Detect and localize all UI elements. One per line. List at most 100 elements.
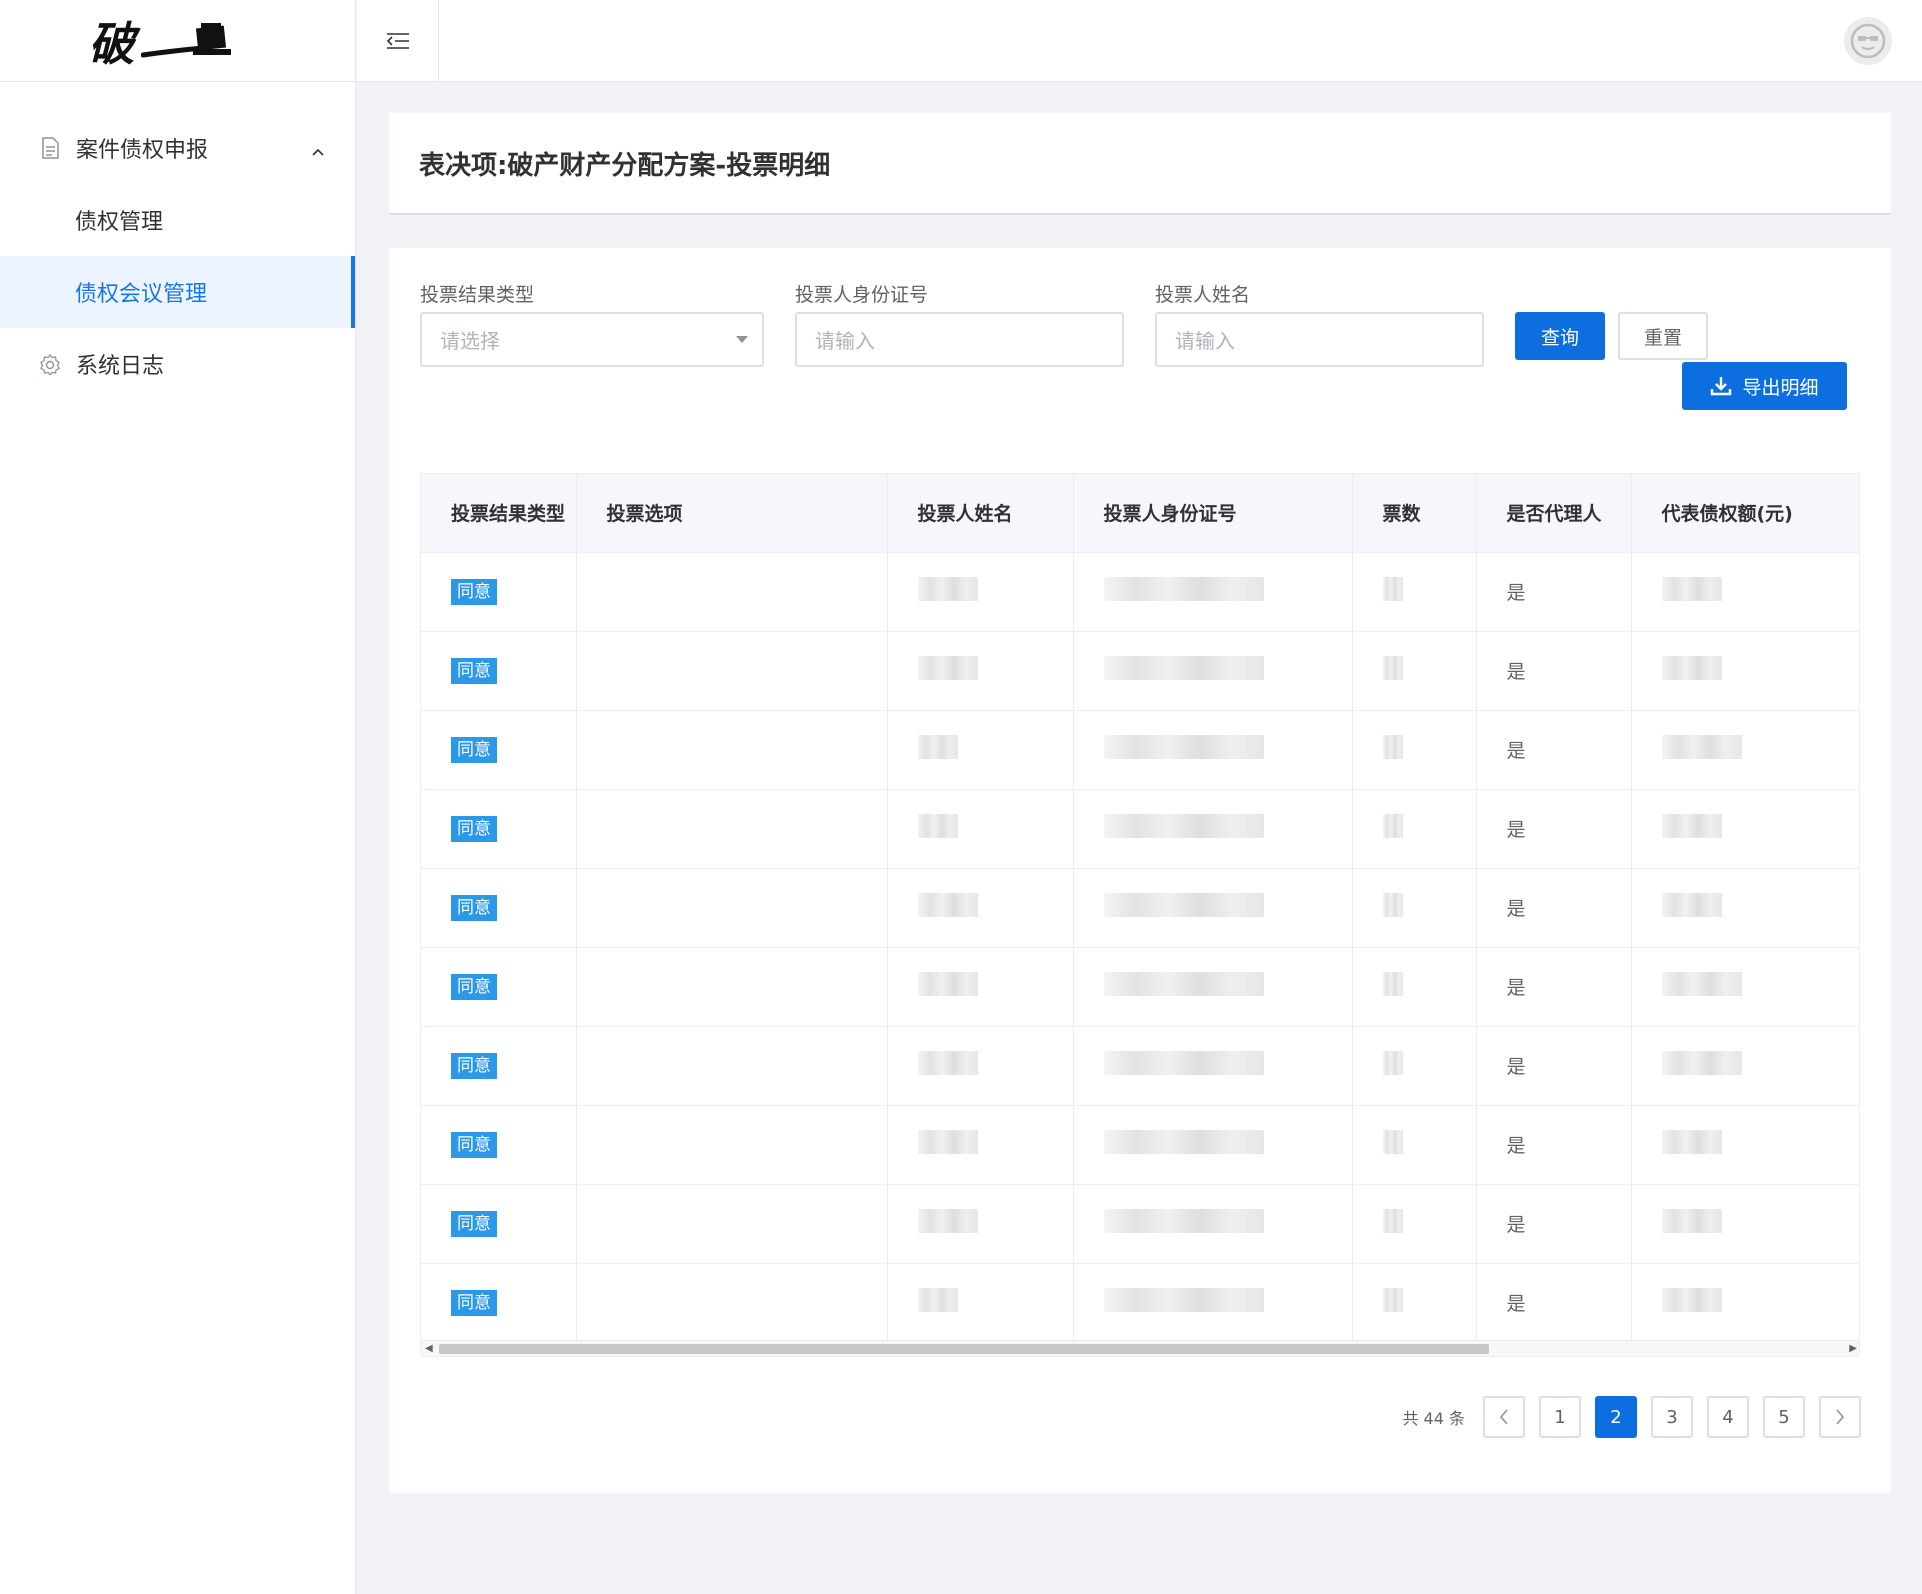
chevron-left-icon: [1499, 1409, 1508, 1425]
vote-type-placeholder: 请选择: [440, 329, 500, 353]
cell-claim-amount: [1631, 1184, 1859, 1264]
page-button[interactable]: 4: [1707, 1396, 1749, 1438]
id-number-input[interactable]: 请输入: [795, 312, 1124, 367]
status-tag: 同意: [451, 973, 497, 1000]
redacted-vote-count: [1382, 735, 1403, 759]
redacted-claim-amount: [1661, 814, 1722, 838]
voter-name-placeholder: 请输入: [1175, 329, 1235, 353]
col-header-voter-name[interactable]: 投票人姓名: [887, 474, 1074, 553]
redacted-name: [917, 972, 978, 996]
cell-vote-count: [1352, 947, 1477, 1027]
redacted-name: [917, 735, 958, 759]
col-header-result-type[interactable]: 投票结果类型: [421, 474, 577, 553]
cell-voter-name: [887, 1105, 1074, 1185]
cell-vote-count: [1352, 1026, 1477, 1106]
redacted-id-number: [1103, 972, 1264, 996]
col-header-claim-amount[interactable]: 代表债权额(元): [1631, 474, 1859, 553]
query-button[interactable]: 查询: [1515, 312, 1605, 360]
cell-id-number: [1073, 552, 1353, 632]
page-button[interactable]: 5: [1763, 1396, 1805, 1438]
cell-id-number: [1073, 710, 1353, 790]
cell-result-type: 同意: [421, 1026, 577, 1106]
cell-is-proxy: 是: [1476, 1263, 1632, 1343]
cell-id-number: [1073, 1026, 1353, 1106]
prev-page-button[interactable]: [1483, 1396, 1525, 1438]
menu-group-claim-declaration[interactable]: 案件债权申报: [0, 112, 355, 184]
redacted-id-number: [1103, 577, 1264, 601]
collapse-menu-button[interactable]: [357, 0, 439, 82]
redacted-name: [917, 1130, 978, 1154]
redacted-vote-count: [1382, 1288, 1403, 1312]
redacted-name: [917, 656, 978, 680]
cell-is-proxy: 是: [1476, 947, 1632, 1027]
table-header-row: 投票结果类型 投票选项 投票人姓名 投票人身份证号 票数 是否代理人 代表债权额…: [421, 474, 1859, 553]
redacted-claim-amount: [1661, 656, 1722, 680]
redacted-name: [917, 1051, 978, 1075]
cell-claim-amount: [1631, 631, 1859, 711]
side-menu: 案件债权申报 债权管理 债权会议管理 系统日志: [0, 82, 355, 400]
pagination: 共 44 条 12345: [1402, 1396, 1861, 1438]
scroll-thumb[interactable]: [439, 1344, 1489, 1354]
table-row: 同意 是: [421, 1026, 1859, 1106]
table-row: 同意 是: [421, 1184, 1859, 1264]
col-header-vote-count[interactable]: 票数: [1352, 474, 1477, 553]
gear-icon: [38, 352, 62, 376]
logo[interactable]: 破: [0, 0, 355, 82]
cell-voter-name: [887, 710, 1074, 790]
export-detail-button[interactable]: 导出明细: [1682, 362, 1847, 410]
scroll-left-arrow-icon[interactable]: ◀: [425, 1343, 433, 1354]
horizontal-scrollbar[interactable]: ◀ ▶: [421, 1340, 1859, 1356]
redacted-id-number: [1103, 735, 1264, 759]
sidebar-item-claim-meeting-management[interactable]: 债权会议管理: [0, 256, 355, 328]
page-button[interactable]: 3: [1651, 1396, 1693, 1438]
cell-vote-option: [576, 1184, 888, 1264]
voter-name-label: 投票人姓名: [1155, 284, 1251, 306]
sidebar-item-system-log[interactable]: 系统日志: [0, 328, 355, 400]
redacted-name: [917, 893, 978, 917]
table-row: 同意 是: [421, 789, 1859, 869]
vote-type-select[interactable]: 请选择: [420, 312, 764, 367]
col-header-id-number[interactable]: 投票人身份证号: [1073, 474, 1353, 553]
status-tag: 同意: [451, 1131, 497, 1158]
cell-vote-count: [1352, 868, 1477, 948]
col-header-vote-option[interactable]: 投票选项: [576, 474, 888, 553]
page-button[interactable]: 1: [1539, 1396, 1581, 1438]
reset-button[interactable]: 重置: [1618, 312, 1708, 360]
cell-is-proxy: 是: [1476, 789, 1632, 869]
cell-result-type: 同意: [421, 1184, 577, 1264]
next-page-button[interactable]: [1819, 1396, 1861, 1438]
redacted-name: [917, 814, 958, 838]
sidebar-item-claim-management[interactable]: 债权管理: [0, 184, 355, 256]
page-numbers: 12345: [1539, 1396, 1805, 1438]
menu-fold-icon: [386, 33, 409, 49]
sidebar-item-label: 系统日志: [76, 354, 165, 379]
cell-voter-name: [887, 1263, 1074, 1343]
redacted-claim-amount: [1661, 972, 1742, 996]
cell-id-number: [1073, 1105, 1353, 1185]
redacted-vote-count: [1382, 1209, 1403, 1233]
cell-id-number: [1073, 789, 1353, 869]
cell-vote-count: [1352, 789, 1477, 869]
cell-result-type: 同意: [421, 1263, 577, 1343]
status-tag: 同意: [451, 1052, 497, 1079]
menu-group-label: 案件债权申报: [76, 138, 209, 163]
gavel-logo-icon: [140, 22, 231, 57]
cell-voter-name: [887, 1026, 1074, 1106]
redacted-id-number: [1103, 1130, 1264, 1154]
redacted-vote-count: [1382, 893, 1403, 917]
voter-name-input[interactable]: 请输入: [1155, 312, 1484, 367]
cell-vote-option: [576, 789, 888, 869]
scroll-right-arrow-icon[interactable]: ▶: [1849, 1343, 1857, 1354]
redacted-claim-amount: [1661, 735, 1742, 759]
redacted-id-number: [1103, 656, 1264, 680]
export-label: 导出明细: [1742, 376, 1819, 399]
cell-vote-count: [1352, 552, 1477, 632]
cell-id-number: [1073, 1263, 1353, 1343]
page-button[interactable]: 2: [1595, 1396, 1637, 1438]
user-avatar[interactable]: [1844, 17, 1892, 65]
chevron-right-icon: [1836, 1409, 1845, 1425]
cell-claim-amount: [1631, 552, 1859, 632]
col-header-is-proxy[interactable]: 是否代理人: [1476, 474, 1632, 553]
votes-table: 投票结果类型 投票选项 投票人姓名 投票人身份证号 票数 是否代理人 代表债权额…: [420, 473, 1860, 1357]
table-row: 同意 是: [421, 552, 1859, 632]
